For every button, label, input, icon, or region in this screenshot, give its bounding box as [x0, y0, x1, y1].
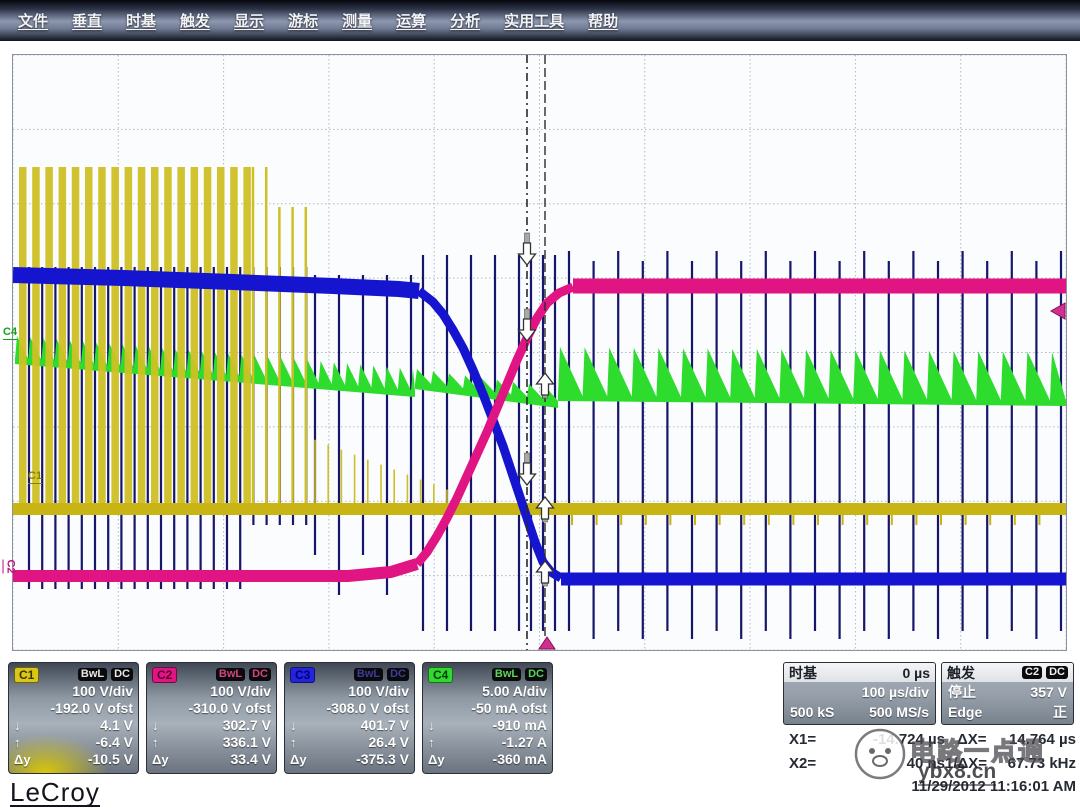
channel-badge: C2: [152, 667, 177, 683]
menu-item-5[interactable]: 显示: [222, 8, 276, 33]
timebase-samples: 500 kS: [790, 702, 834, 722]
trigger-title: 触发: [947, 663, 975, 683]
delta-y-value: -375.3 V: [356, 751, 409, 768]
trigger-mode: 停止: [948, 682, 976, 702]
channel-badge: C4: [428, 667, 453, 683]
timebase-scale: 100 µs/div: [862, 682, 929, 702]
cursor-x1-label: X1=: [789, 731, 816, 748]
channel-offset: -192.0 V ofst: [51, 700, 133, 717]
channel-vdiv: 100 V/div: [210, 683, 271, 700]
menu-item-3[interactable]: 时基: [114, 8, 168, 33]
waveform-display[interactable]: C4C1C2: [12, 54, 1067, 651]
bwl-badge: BwL: [492, 668, 521, 681]
trigger-box[interactable]: 触发 C2 DC 停止 357 V Edge 正: [941, 662, 1074, 725]
menu-item-1[interactable]: 文件: [6, 8, 60, 33]
delta-y-value: -10.5 V: [88, 751, 133, 768]
cursor-low-label: ↓: [290, 717, 297, 734]
delta-y-label: Δy: [152, 751, 169, 768]
delta-y-label: Δy: [428, 751, 445, 768]
trace-label-c1: C1: [28, 471, 42, 484]
cursor-low-value: 401.7 V: [361, 717, 409, 734]
coupling-badge: DC: [387, 668, 409, 681]
channel-box-c1[interactable]: C1 BwL DC 100 V/div -192.0 V ofst ↓ 4.1 V…: [8, 662, 139, 774]
bwl-badge: BwL: [78, 668, 107, 681]
cursor-high-label: ↑: [428, 734, 435, 751]
menu-bar: 文件垂直时基触发显示游标测量运算分析实用工具帮助: [0, 0, 1080, 41]
cursor-high-label: ↑: [152, 734, 159, 751]
trigger-header: 触发 C2 DC: [942, 663, 1073, 682]
cursor-x2-label: X2=: [789, 755, 816, 772]
cursor-high-label: ↑: [290, 734, 297, 751]
cursor-low-value: 4.1 V: [100, 717, 133, 734]
cursor-low-value: -910 mA: [493, 717, 547, 734]
waveform-svg: [13, 55, 1066, 650]
timebase-header: 时基 0 µs: [784, 663, 935, 682]
cursor-low-value: 302.7 V: [223, 717, 271, 734]
cursor-high-value: -1.27 A: [502, 734, 547, 751]
bwl-badge: BwL: [216, 668, 245, 681]
cursor-low-label: ↓: [14, 717, 21, 734]
cursor-high-value: 336.1 V: [223, 734, 271, 751]
delta-y-label: Δy: [290, 751, 307, 768]
trigger-source-badge: C2: [1022, 666, 1042, 679]
trigger-time-marker[interactable]: [539, 637, 555, 649]
menu-item-6[interactable]: 游标: [276, 8, 330, 33]
delta-y-label: Δy: [14, 751, 31, 768]
trigger-slope: 正: [1053, 702, 1067, 722]
trigger-coupling-badge: DC: [1046, 666, 1068, 679]
timebase-rate: 500 MS/s: [869, 702, 929, 722]
lecroy-logo: LeCroy: [10, 779, 100, 807]
channel-box-c2[interactable]: C2 BwL DC 100 V/div -310.0 V ofst ↓ 302.7…: [146, 662, 277, 774]
bwl-badge: BwL: [354, 668, 383, 681]
channel-offset: -308.0 V ofst: [327, 700, 409, 717]
channel-box-c3[interactable]: C3 BwL DC 100 V/div -308.0 V ofst ↓ 401.7…: [284, 662, 415, 774]
cursor-high-label: ↑: [14, 734, 21, 751]
cursor-high-value: 26.4 V: [369, 734, 409, 751]
cursor-x1-value: -14.724 µs: [855, 731, 945, 748]
menu-item-2[interactable]: 垂直: [60, 8, 114, 33]
channel-vdiv: 100 V/div: [348, 683, 409, 700]
coupling-badge: DC: [525, 668, 547, 681]
cursor-low-label: ↓: [152, 717, 159, 734]
timebase-delay: 0 µs: [902, 665, 930, 681]
cursor-invdx-label: 1/ΔX=: [945, 755, 987, 772]
trigger-type: Edge: [948, 702, 982, 722]
trace-label-c4: C4: [3, 327, 17, 340]
oscilloscope-app: 文件垂直时基触发显示游标测量运算分析实用工具帮助 C4C1C2 C1 BwL D…: [0, 0, 1080, 808]
timebase-title: 时基: [789, 663, 817, 683]
c4-trace: [15, 336, 1066, 408]
cursor-dx-label: ΔX=: [957, 731, 987, 748]
trigger-level: 357 V: [1030, 682, 1067, 702]
channel-box-c4[interactable]: C4 BwL DC 5.00 A/div -50 mA ofst ↓ -910 m…: [422, 662, 553, 774]
menu-item-10[interactable]: 实用工具: [492, 8, 576, 33]
cursor-low-label: ↓: [428, 717, 435, 734]
trace-label-c2: C2: [3, 559, 16, 573]
cursor-dx-value: 14.764 µs: [990, 731, 1076, 748]
datetime: 11/29/2012 11:16:01 AM: [840, 778, 1076, 795]
trigger-level-marker[interactable]: [1051, 303, 1065, 319]
channel-offset: -310.0 V ofst: [189, 700, 271, 717]
channel-vdiv: 100 V/div: [72, 683, 133, 700]
channel-badge: C3: [290, 667, 315, 683]
menu-item-9[interactable]: 分析: [438, 8, 492, 33]
coupling-badge: DC: [111, 668, 133, 681]
menu-item-8[interactable]: 运算: [384, 8, 438, 33]
cursor-x2-value: 40 ns: [855, 755, 945, 772]
channel-vdiv: 5.00 A/div: [482, 683, 547, 700]
cursor-high-value: -6.4 V: [96, 734, 133, 751]
cursor-invdx-value: 67.73 kHz: [995, 755, 1076, 772]
channel-badge: C1: [14, 667, 39, 683]
menu-item-4[interactable]: 触发: [168, 8, 222, 33]
timebase-box[interactable]: 时基 0 µs 100 µs/div 500 kS 500 MS/s: [783, 662, 936, 725]
menu-item-11[interactable]: 帮助: [576, 8, 630, 33]
channel-offset: -50 mA ofst: [471, 700, 547, 717]
delta-y-value: 33.4 V: [231, 751, 271, 768]
delta-y-value: -360 mA: [493, 751, 547, 768]
coupling-badge: DC: [249, 668, 271, 681]
menu-item-7[interactable]: 测量: [330, 8, 384, 33]
